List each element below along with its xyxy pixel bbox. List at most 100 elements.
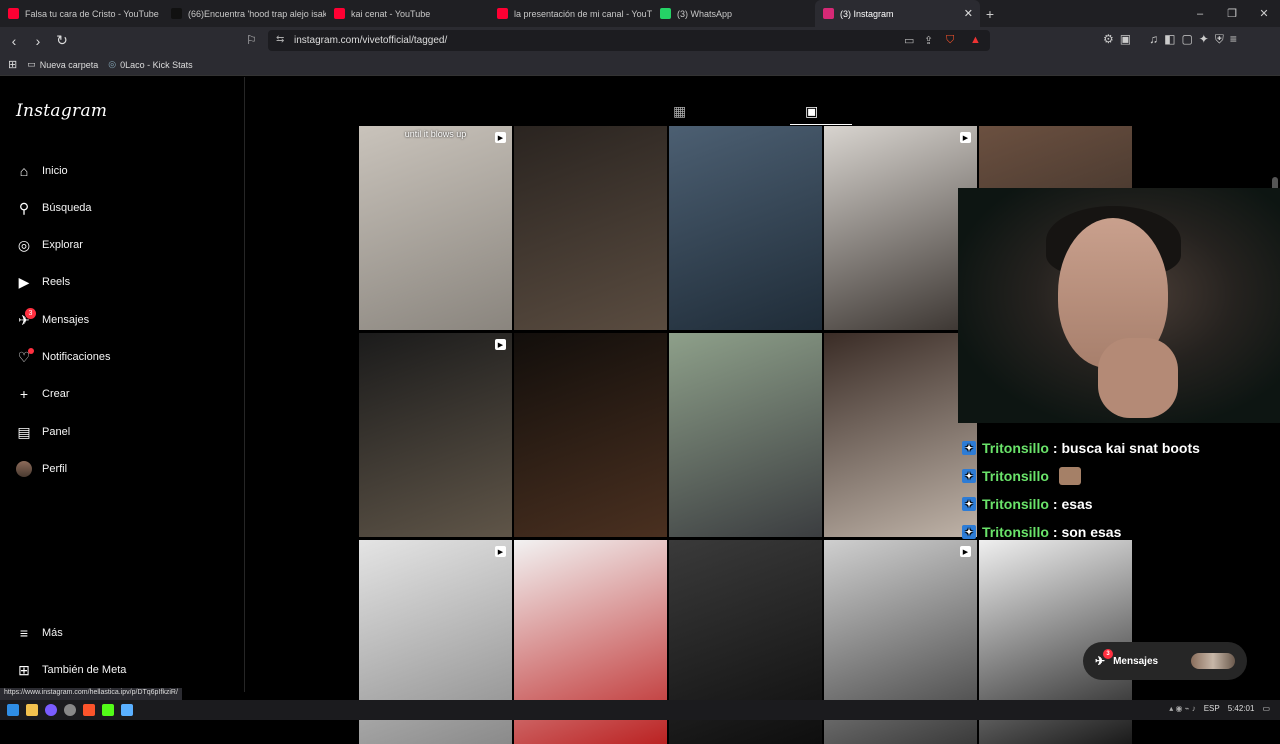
reload-icon[interactable]: ↻ bbox=[52, 32, 72, 49]
site-info-icon[interactable]: ⇆ bbox=[276, 34, 284, 45]
app-icon[interactable] bbox=[121, 704, 133, 716]
leo-icon[interactable]: ✦ bbox=[1199, 32, 1209, 47]
home-icon: ⌂ bbox=[19, 163, 29, 179]
nav-perfil[interactable]: Perfil bbox=[16, 461, 67, 477]
notification-dot bbox=[28, 348, 34, 354]
kick-icon: ◎ bbox=[108, 59, 117, 69]
brave-rewards-icon[interactable]: ▲ bbox=[970, 34, 981, 46]
nav-label: También de Meta bbox=[42, 664, 127, 676]
active-tab-indicator bbox=[790, 124, 852, 125]
nav-label: Perfil bbox=[42, 463, 68, 475]
tagged-post[interactable]: ▶ bbox=[359, 333, 512, 537]
tagged-post[interactable] bbox=[514, 126, 667, 330]
close-tab-icon[interactable]: ✕ bbox=[964, 7, 973, 20]
nav-mensajes[interactable]: ✈ 3 Mensajes bbox=[16, 308, 89, 328]
nav-busqueda[interactable]: ⚲ Búsqueda bbox=[16, 200, 92, 216]
discord-icon[interactable] bbox=[45, 704, 57, 716]
messages-label: Mensajes bbox=[1113, 655, 1159, 667]
folder-icon: ▭ bbox=[27, 59, 36, 69]
posts-grid-icon[interactable]: ▦ bbox=[673, 103, 686, 120]
url-field[interactable]: ⚐ ⇆ instagram.com/vivetofficial/tagged/ … bbox=[246, 30, 990, 51]
tab-favicon-icon bbox=[660, 8, 671, 19]
clock[interactable]: 5:42:01 bbox=[1228, 704, 1255, 713]
tagged-post[interactable] bbox=[824, 333, 977, 537]
bookmark-folder[interactable]: ▭ Nueva carpeta bbox=[27, 59, 98, 70]
windows-taskbar: ▴ ◉ ⌁ ♪ ESP 5:42:01 ▭ bbox=[0, 700, 1280, 720]
sidebar-icon[interactable]: ◧ bbox=[1164, 32, 1175, 47]
tagged-post[interactable] bbox=[514, 333, 667, 537]
tagged-post[interactable] bbox=[669, 333, 822, 537]
apps-grid-icon[interactable]: ⊞ bbox=[8, 58, 17, 71]
stream-chat-overlay: ✦ Tritonsillo: busca kai snat boots ✦ Trito… bbox=[962, 434, 1262, 544]
forward-icon[interactable]: › bbox=[28, 33, 48, 49]
nav-notificaciones[interactable]: ♡ Notificaciones bbox=[16, 348, 111, 365]
tab-favicon-icon bbox=[823, 8, 834, 19]
reels-icon: ▶ bbox=[18, 273, 30, 290]
nav-label: Notificaciones bbox=[42, 351, 111, 363]
nav-inicio[interactable]: ⌂ Inicio bbox=[16, 163, 68, 179]
back-icon[interactable]: ‹ bbox=[4, 33, 24, 49]
heart-icon: ♡ bbox=[16, 348, 34, 365]
brave-shield-icon[interactable]: ⛉ bbox=[946, 34, 954, 47]
tagged-post[interactable]: ▶ until it blows up bbox=[359, 126, 512, 330]
share-icon[interactable]: ⇪ bbox=[924, 34, 933, 47]
messenger-icon: ✈ 3 bbox=[16, 308, 36, 328]
nav-explorar[interactable]: ◎ Explorar bbox=[16, 237, 83, 253]
brave-icon[interactable] bbox=[83, 704, 95, 716]
nav-crear[interactable]: + Crear bbox=[16, 386, 70, 402]
tagged-icon[interactable]: ▣ bbox=[805, 103, 818, 120]
chat-badge-icon: ✦ bbox=[962, 441, 976, 455]
bookmark-icon[interactable]: ⚐ bbox=[246, 33, 257, 47]
bookmark-label: 0Laco - Kick Stats bbox=[120, 59, 193, 70]
chat-badge-icon: ✦ bbox=[962, 497, 976, 511]
post-caption-overlay: until it blows up bbox=[404, 129, 467, 139]
kick-app-icon[interactable] bbox=[102, 704, 114, 716]
plus-icon: + bbox=[19, 386, 29, 402]
extensions-icon[interactable]: ⚙ bbox=[1103, 32, 1114, 47]
nav-label: Inicio bbox=[42, 165, 68, 177]
browser-tab[interactable]: (3) WhatsApp bbox=[652, 0, 815, 27]
browser-tab[interactable]: (3) Instagram ✕ bbox=[815, 0, 980, 27]
browser-tab[interactable]: (66)Encuentra 'hood trap alejo isakk' bbox=[163, 0, 326, 27]
new-tab-button[interactable]: + bbox=[980, 6, 1000, 22]
file-explorer-icon[interactable] bbox=[26, 704, 38, 716]
reel-icon: ▶ bbox=[495, 546, 506, 557]
close-window-icon[interactable]: ✕ bbox=[1248, 0, 1280, 27]
avatar-icon bbox=[16, 461, 32, 477]
music-icon[interactable]: ♫ bbox=[1149, 32, 1158, 47]
tagged-post[interactable] bbox=[669, 126, 822, 330]
url-text: instagram.com/vivetofficial/tagged/ bbox=[294, 35, 448, 46]
tab-title: Falsa tu cara de Cristo - YouTube bbox=[25, 8, 159, 19]
chat-badge-icon: ✦ bbox=[962, 469, 976, 483]
start-icon[interactable] bbox=[7, 704, 19, 716]
nav-mas[interactable]: ≡ Más bbox=[16, 625, 63, 641]
messages-floating-button[interactable]: ✈ 3 Mensajes bbox=[1083, 642, 1247, 680]
nav-meta[interactable]: ⊞ También de Meta bbox=[16, 662, 126, 678]
nav-panel[interactable]: ▤ Panel bbox=[16, 424, 70, 440]
notifications-icon[interactable]: ▭ bbox=[1262, 704, 1270, 713]
restore-icon[interactable]: ❐ bbox=[1216, 0, 1248, 27]
wallet-icon[interactable]: ▣ bbox=[1120, 32, 1131, 47]
menu-icon[interactable]: ≡ bbox=[1230, 32, 1237, 47]
chat-badge-icon: ✦ bbox=[962, 525, 976, 539]
tab-favicon-icon bbox=[334, 8, 345, 19]
bookmark-kick-stats[interactable]: ◎ 0Laco - Kick Stats bbox=[108, 59, 192, 70]
chat-username: Tritonsillo bbox=[982, 524, 1049, 540]
tab-title: la presentación de mi canal - YouTube bbox=[514, 8, 652, 19]
browser-tab[interactable]: kai cenat - YouTube bbox=[326, 0, 489, 27]
tab-title: (3) Instagram bbox=[840, 8, 894, 19]
obs-icon[interactable] bbox=[64, 704, 76, 716]
browser-tab-bar: Falsa tu cara de Cristo - YouTube (66)Enc… bbox=[0, 0, 1280, 27]
instagram-logo[interactable]: Instagram bbox=[16, 101, 107, 121]
browser-tab[interactable]: Falsa tu cara de Cristo - YouTube bbox=[0, 0, 163, 27]
screen-icon[interactable]: ▭ bbox=[904, 34, 914, 47]
tray-icons[interactable]: ▴ ◉ ⌁ ♪ bbox=[1169, 704, 1195, 713]
browser-tab[interactable]: la presentación de mi canal - YouTube bbox=[489, 0, 652, 27]
minimize-icon[interactable]: – bbox=[1184, 0, 1216, 27]
nav-reels[interactable]: ▶ Reels bbox=[16, 273, 71, 290]
chart-icon: ▤ bbox=[17, 423, 31, 440]
tagged-post[interactable]: ▶ bbox=[824, 126, 977, 330]
vpn-icon[interactable]: ⛨ bbox=[1215, 32, 1224, 47]
wallet-card-icon[interactable]: ▢ bbox=[1181, 32, 1192, 47]
language-indicator[interactable]: ESP bbox=[1204, 704, 1220, 713]
